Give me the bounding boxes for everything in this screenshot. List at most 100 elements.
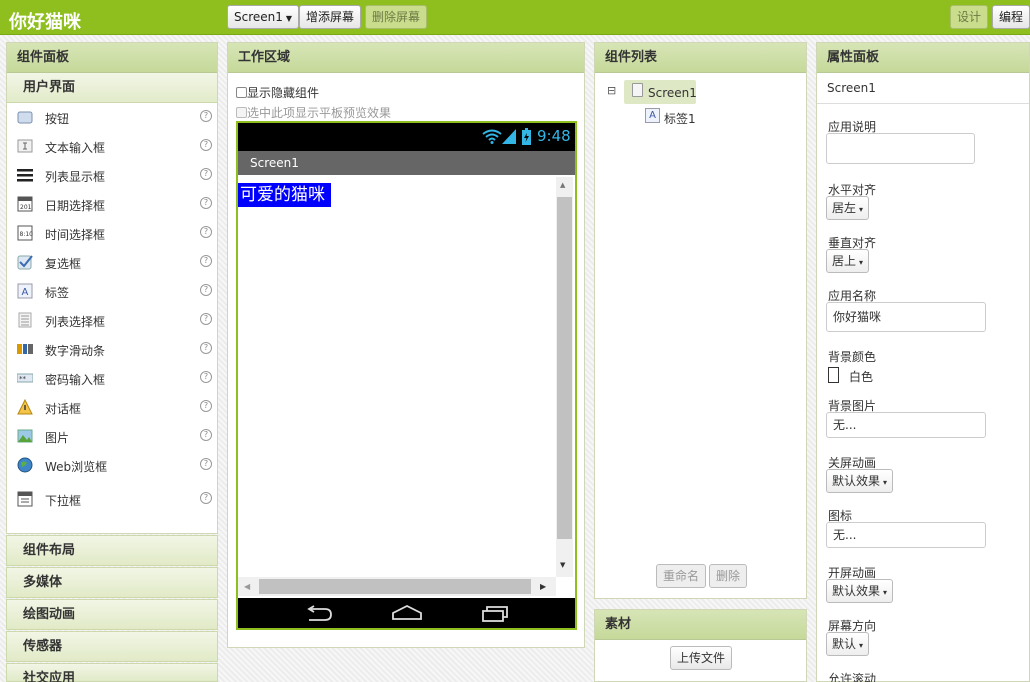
- screen-select-dropdown[interactable]: Screen1 ▼: [227, 5, 300, 29]
- close-anim-value: 默认效果: [832, 474, 881, 488]
- palette-item[interactable]: 8:10 时间选择框?: [7, 219, 217, 248]
- app-name-input[interactable]: 你好猫咪: [826, 302, 986, 332]
- textbox-icon: [17, 139, 33, 153]
- notifier-icon: [17, 399, 33, 415]
- rename-button[interactable]: 重命名: [656, 564, 707, 588]
- bg-color-label: 背景颜色: [828, 350, 877, 364]
- screen-icon: [632, 83, 643, 97]
- help-icon[interactable]: ?: [200, 226, 212, 238]
- help-icon[interactable]: ?: [200, 458, 212, 470]
- help-icon[interactable]: ?: [200, 371, 212, 383]
- icon-picker[interactable]: 无...: [826, 522, 986, 548]
- password-icon: **: [17, 373, 33, 383]
- close-anim-dropdown[interactable]: 默认效果 ▾: [826, 469, 894, 493]
- open-anim-dropdown[interactable]: 默认效果 ▾: [826, 579, 894, 603]
- components-panel: 组件列表: [594, 42, 807, 599]
- upload-file-button[interactable]: 上传文件: [670, 646, 733, 670]
- palette-item[interactable]: ** 密码输入框?: [7, 364, 217, 393]
- properties-title: 属性面板: [817, 43, 1029, 73]
- designer-button[interactable]: 设计: [950, 5, 989, 29]
- palette-item[interactable]: 列表显示框?: [7, 161, 217, 190]
- delete-button[interactable]: 删除: [709, 564, 748, 588]
- palette-item[interactable]: 列表选择框?: [7, 306, 217, 335]
- palette-item[interactable]: 图片?: [7, 422, 217, 451]
- viewer-title: 工作区域: [228, 43, 584, 73]
- components-title: 组件列表: [595, 43, 806, 73]
- chevron-down-icon: ▾: [859, 205, 864, 214]
- palette-category[interactable]: 组件布局: [6, 535, 218, 566]
- help-icon[interactable]: ?: [200, 168, 212, 180]
- add-screen-button[interactable]: 增添屏幕: [299, 5, 362, 29]
- show-hidden-checkbox[interactable]: [236, 87, 247, 98]
- help-icon[interactable]: ?: [200, 313, 212, 325]
- tree-node-screen1[interactable]: Screen1: [624, 80, 697, 104]
- align-vertical-dropdown[interactable]: 居上 ▾: [826, 249, 870, 273]
- palette-item[interactable]: 按钮?: [7, 103, 217, 132]
- palette-item-label: 标签: [45, 286, 70, 300]
- tree-node-label: Screen1: [648, 86, 697, 100]
- help-icon[interactable]: ?: [200, 197, 212, 209]
- orientation-dropdown[interactable]: 默认 ▾: [826, 632, 870, 656]
- top-toolbar: 你好猫咪 Screen1 ▼ 增添屏幕 删除屏幕 设计 编程: [0, 0, 1030, 35]
- palette-item[interactable]: 复选框?: [7, 248, 217, 277]
- palette-item[interactable]: 201 日期选择框?: [7, 190, 217, 219]
- palette-item[interactable]: Web浏览框?: [7, 451, 217, 480]
- vertical-scroll-thumb[interactable]: [557, 197, 572, 539]
- app-title: 你好猫咪: [9, 12, 81, 33]
- palette-item-label: 时间选择框: [45, 228, 106, 242]
- palette-category[interactable]: 社交应用: [6, 663, 218, 682]
- horizontal-scroll-thumb[interactable]: [259, 579, 531, 594]
- tablet-preview-option[interactable]: 选中此项显示平板预览效果: [236, 104, 391, 121]
- help-icon[interactable]: ?: [200, 284, 212, 296]
- scroll-up-icon[interactable]: ▲: [560, 181, 565, 189]
- scroll-right-icon[interactable]: ▶: [540, 582, 546, 591]
- palette-item[interactable]: 数字滑动条?: [7, 335, 217, 364]
- palette-category[interactable]: 多媒体: [6, 567, 218, 598]
- scroll-down-icon[interactable]: ▼: [560, 561, 565, 569]
- bg-color-value[interactable]: 白色: [849, 368, 873, 385]
- palette-item[interactable]: 下拉框?: [7, 485, 217, 514]
- tablet-preview-checkbox[interactable]: [236, 107, 247, 118]
- bg-image-picker[interactable]: 无...: [826, 412, 986, 438]
- image-icon: [17, 429, 33, 443]
- help-icon[interactable]: ?: [200, 492, 212, 504]
- timepicker-icon: 8:10: [17, 225, 33, 241]
- help-icon[interactable]: ?: [200, 139, 212, 151]
- webviewer-icon: [17, 457, 33, 473]
- palette-item-label: 下拉框: [45, 494, 82, 508]
- palette-item-label: 日期选择框: [45, 199, 106, 213]
- palette-item[interactable]: A 标签?: [7, 277, 217, 306]
- svg-text:**: **: [19, 375, 27, 383]
- cat-label-component[interactable]: 可爱的猫咪: [238, 183, 331, 207]
- help-icon[interactable]: ?: [200, 255, 212, 267]
- about-textarea[interactable]: [826, 133, 975, 164]
- scroll-left-icon[interactable]: ◀: [244, 582, 250, 591]
- collapse-tree-icon[interactable]: ⊟: [607, 84, 619, 97]
- wifi-icon: [482, 129, 502, 144]
- vertical-scrollbar[interactable]: ▲ ▼: [556, 177, 573, 577]
- chevron-down-icon: ▾: [859, 641, 864, 650]
- bg-color-swatch[interactable]: [828, 367, 839, 383]
- palette-item-label: 密码输入框: [45, 373, 106, 387]
- remove-screen-button[interactable]: 删除屏幕: [365, 5, 428, 29]
- align-horizontal-value: 居左: [832, 201, 857, 215]
- horizontal-scrollbar[interactable]: ◀ ▶: [238, 577, 556, 596]
- help-icon[interactable]: ?: [200, 110, 212, 122]
- palette-item[interactable]: 对话框?: [7, 393, 217, 422]
- blocks-button[interactable]: 编程: [992, 5, 1030, 29]
- palette-section-user-interface[interactable]: 用户界面: [7, 73, 217, 103]
- align-horizontal-dropdown[interactable]: 居左 ▾: [826, 196, 870, 220]
- orientation-value: 默认: [832, 637, 857, 651]
- help-icon[interactable]: ?: [200, 400, 212, 412]
- palette-category[interactable]: 传感器: [6, 631, 218, 662]
- chevron-down-icon: ▾: [883, 588, 888, 597]
- help-icon[interactable]: ?: [200, 342, 212, 354]
- help-icon[interactable]: ?: [200, 429, 212, 441]
- listview-icon: [17, 169, 33, 182]
- phone-preview: 9:48 Screen1 可爱的猫咪 ▲ ▼ ◀ ▶: [236, 121, 577, 630]
- listpicker-icon: [18, 312, 32, 328]
- palette-category[interactable]: 绘图动画: [6, 599, 218, 630]
- scrollable-label: 允许滚动: [828, 672, 877, 682]
- palette-item[interactable]: 文本输入框?: [7, 132, 217, 161]
- show-hidden-option[interactable]: 显示隐藏组件: [236, 84, 319, 101]
